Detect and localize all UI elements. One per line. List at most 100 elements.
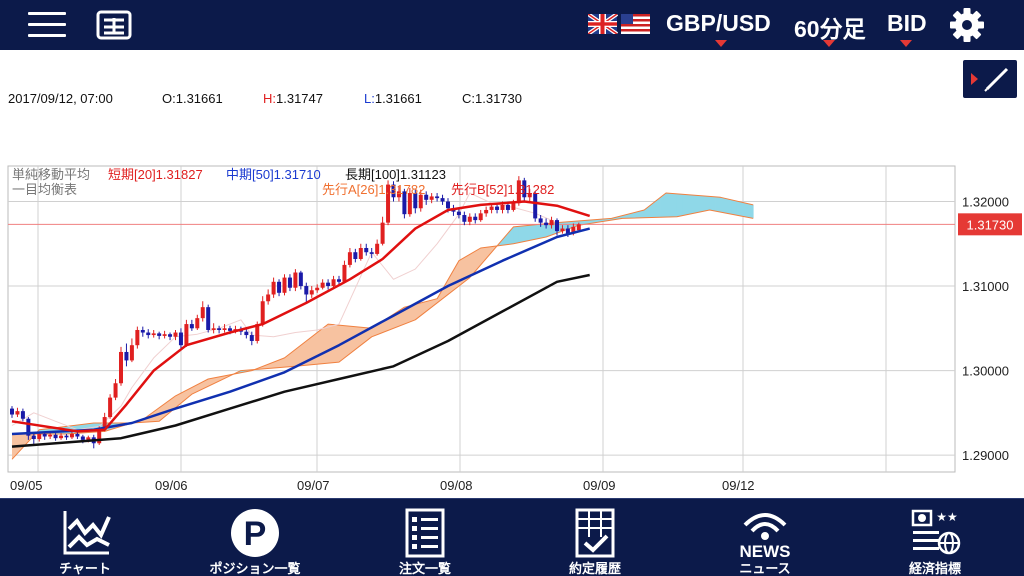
- nav-news[interactable]: NEWS ニュース: [680, 499, 850, 576]
- candle-body: [184, 324, 189, 346]
- candle-body: [353, 252, 358, 259]
- price-type-selector[interactable]: BID: [887, 10, 927, 37]
- candle-body: [429, 196, 434, 200]
- open-label: O:: [162, 91, 176, 106]
- candle-body: [544, 222, 549, 226]
- candle-body: [337, 279, 341, 282]
- candle-body: [59, 435, 64, 439]
- nav-chart[interactable]: チャート: [0, 499, 170, 576]
- candle-body: [146, 332, 151, 336]
- ichimoku-cloud-segment: [671, 193, 678, 217]
- ichimoku-cloud-segment: [524, 225, 531, 242]
- ichimoku-cloud-segment: [333, 324, 340, 363]
- candle-body: [435, 196, 440, 199]
- candle-body: [298, 272, 303, 287]
- nav-execution-history[interactable]: 約定履歴: [510, 499, 680, 576]
- candle-body: [309, 290, 314, 295]
- candle-body: [151, 333, 156, 336]
- span-a-label: 先行A[26]1.31782: [322, 182, 425, 197]
- menu-icon[interactable]: [28, 12, 66, 38]
- candle-body: [271, 281, 276, 295]
- ichimoku-cloud-segment: [317, 328, 324, 365]
- ichimoku-cloud-segment: [709, 196, 716, 212]
- high-number: 1.31747: [276, 91, 323, 106]
- candle-body: [287, 277, 292, 288]
- candle-body: [511, 203, 516, 210]
- gear-icon[interactable]: [948, 6, 986, 44]
- candle-body: [473, 216, 478, 221]
- x-axis-label: 09/12: [722, 478, 755, 493]
- candle-body: [222, 328, 227, 330]
- nav-news-label: ニュース: [739, 562, 791, 576]
- timeframe-caret-icon[interactable]: [823, 40, 835, 47]
- candle-body: [113, 383, 118, 398]
- nav-execution-label: 約定履歴: [568, 562, 621, 576]
- layout-icon[interactable]: [96, 10, 132, 40]
- span-b-label: 先行B[52]1.31282: [451, 182, 554, 197]
- close-label: C:: [462, 91, 475, 106]
- bottom-nav: チャート P ポジション一覧 注文一覧 約定履歴 NEWS ニュース ★★ 経済…: [0, 498, 1024, 576]
- candle-body: [206, 307, 211, 330]
- sma-short-label: 短期[20]1.31827: [108, 167, 203, 182]
- order-list-icon: [405, 508, 445, 558]
- close-number: 1.31730: [475, 91, 522, 106]
- candle-body: [505, 204, 510, 210]
- candle-body: [358, 247, 363, 259]
- candle-body: [53, 434, 58, 439]
- y-axis-label: 1.31000: [962, 279, 1009, 294]
- nav-position-list[interactable]: P ポジション一覧: [170, 499, 340, 576]
- candle-body: [15, 411, 20, 415]
- nav-economic-indicators[interactable]: ★★ 経済指標: [850, 499, 1020, 576]
- candle-body: [10, 408, 14, 415]
- price-chart[interactable]: 1.29000 1.30000 1.31000 1.32000 1.31730 09/05…: [0, 160, 1024, 498]
- pair-caret-icon[interactable]: [715, 40, 727, 47]
- candle-body: [555, 220, 559, 232]
- ichimoku-cloud-segment: [518, 225, 525, 243]
- open-number: 1.31661: [175, 91, 223, 106]
- candle-body: [293, 272, 298, 288]
- candle-body: [342, 264, 347, 282]
- ichimoku-cloud-segment: [693, 195, 700, 214]
- candle-body: [369, 252, 374, 254]
- candle-body: [80, 436, 85, 440]
- currency-flags-icon: [588, 14, 650, 34]
- price-type-caret-icon[interactable]: [900, 40, 912, 47]
- timeframe-selector[interactable]: 60分足: [794, 10, 866, 44]
- candle-body: [124, 351, 129, 361]
- nav-order-list[interactable]: 注文一覧: [340, 499, 510, 576]
- ichimoku-cloud-segment: [747, 203, 754, 219]
- y-axis-label: 1.29000: [962, 448, 1009, 463]
- ichimoku-cloud-segment: [666, 193, 672, 218]
- x-axis-label: 09/07: [297, 478, 330, 493]
- candle-body: [277, 281, 282, 293]
- candle-body: [64, 435, 69, 438]
- candle-body: [478, 213, 483, 221]
- candle-body: [347, 252, 352, 265]
- x-axis-label: 09/06: [155, 478, 188, 493]
- candle-body: [211, 328, 216, 330]
- candle-body: [129, 345, 134, 361]
- chart-panel[interactable]: 2017/09/12, 07:00 O:1.31661 H:1.31747 L:…: [0, 50, 1024, 498]
- candle-body: [108, 397, 113, 418]
- candle-datetime: 2017/09/12, 07:00: [8, 91, 113, 106]
- position-icon: P: [231, 509, 279, 557]
- currency-pair-selector[interactable]: GBP/USD: [666, 10, 771, 37]
- nav-position-label: ポジション一覧: [209, 562, 301, 576]
- candle-body: [560, 228, 565, 232]
- ichimoku-cloud-segment: [715, 196, 721, 213]
- candle-body: [157, 333, 162, 336]
- candle-body: [456, 211, 461, 216]
- candle-body: [140, 329, 145, 333]
- drawing-tool-button[interactable]: [961, 58, 1019, 100]
- candle-body: [228, 328, 232, 331]
- svg-text:P: P: [244, 515, 267, 553]
- nav-chart-label: チャート: [59, 562, 111, 576]
- candle-body: [446, 201, 450, 209]
- candle-body: [119, 351, 123, 384]
- low-value: L:1.31661: [364, 91, 422, 106]
- candle-body: [217, 328, 222, 330]
- candle-body: [244, 331, 249, 336]
- ichimoku-cloud-segment: [328, 324, 334, 364]
- fx-chart-app: GBP/USD 60分足 BID 2017/09/12, 07:00 O:1.3…: [0, 0, 1024, 576]
- svg-text:★★: ★★: [936, 510, 958, 524]
